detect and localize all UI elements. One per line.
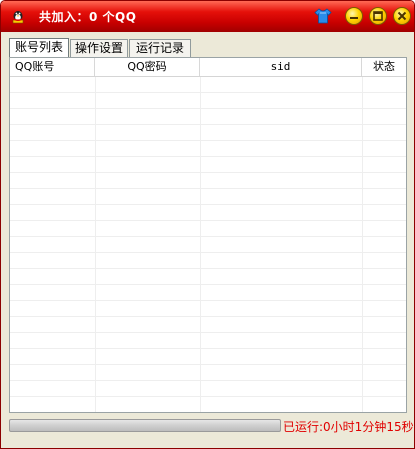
- minimize-button[interactable]: [345, 7, 363, 25]
- column-header-qq-password[interactable]: QQ密码: [95, 58, 200, 76]
- minimize-icon: [350, 17, 358, 19]
- status-bar: 已运行:0小时1分钟15秒: [4, 416, 414, 436]
- app-icon: [10, 7, 26, 25]
- tab-account-list[interactable]: 账号列表: [9, 38, 69, 57]
- progress-bar: [9, 419, 281, 432]
- account-table[interactable]: QQ账号 QQ密码 sid 状态: [9, 57, 407, 413]
- skin-icon: [314, 8, 332, 24]
- window-title: 共加入：0 个QQ: [39, 10, 137, 24]
- tab-run-log[interactable]: 运行记录: [129, 39, 191, 57]
- column-header-sid[interactable]: sid: [200, 58, 362, 76]
- maximize-icon: [373, 11, 383, 21]
- column-header-status[interactable]: 状态: [362, 58, 406, 76]
- skin-button[interactable]: [313, 6, 333, 26]
- title-bar[interactable]: 共加入：0 个QQ: [1, 1, 414, 32]
- close-icon: [397, 11, 407, 21]
- table-body[interactable]: [10, 77, 406, 412]
- client-area: 账号列表 操作设置 运行记录 QQ账号 QQ密码 sid 状态 已运行:0小时1…: [4, 32, 414, 445]
- maximize-button[interactable]: [369, 7, 387, 25]
- table-header: QQ账号 QQ密码 sid 状态: [10, 58, 406, 77]
- close-button[interactable]: [393, 7, 411, 25]
- column-header-qq-account[interactable]: QQ账号: [10, 58, 95, 76]
- main-window: 共加入：0 个QQ 账号列表 操作设置 运行记录 QQ账号 QQ密码 sid 状…: [0, 0, 415, 449]
- tab-operation-settings[interactable]: 操作设置: [70, 39, 128, 57]
- runtime-status: 已运行:0小时1分钟15秒: [283, 420, 414, 434]
